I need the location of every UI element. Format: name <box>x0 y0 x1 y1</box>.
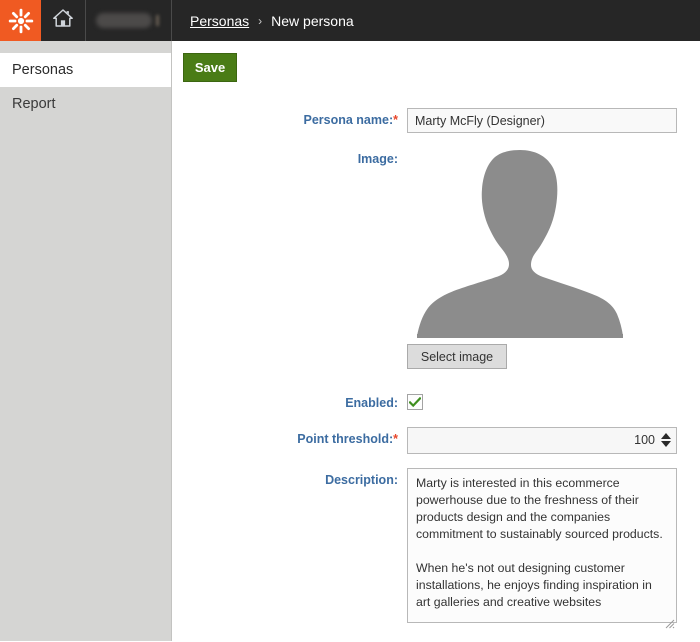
top-bar: Personas › New persona <box>0 0 700 41</box>
chevron-down-icon[interactable] <box>661 441 671 447</box>
persona-name-label: Persona name:* <box>173 108 407 127</box>
enabled-label: Enabled: <box>345 396 398 410</box>
sidebar-item-report[interactable]: Report <box>0 87 171 121</box>
required-asterisk-icon: * <box>393 431 398 446</box>
persona-form: Persona name:* Image: <box>173 108 700 642</box>
breadcrumb-current: New persona <box>271 12 354 29</box>
breadcrumb-link-personas[interactable]: Personas <box>190 13 249 29</box>
breadcrumb-separator-icon: › <box>258 13 263 28</box>
description-label: Description: <box>325 472 398 487</box>
sidebar-item-label: Personas <box>12 62 74 78</box>
sidebar-item-label: Report <box>12 96 56 112</box>
persona-name-label-text: Persona name: <box>303 113 394 127</box>
persona-name-input[interactable] <box>407 108 677 133</box>
persona-image-preview <box>407 148 677 338</box>
sidebar: Personas Report <box>0 41 172 641</box>
form-row-enabled: Enabled: <box>173 391 700 413</box>
form-row-point-threshold: Point threshold:* 100 <box>173 426 700 454</box>
stepper-arrows[interactable] <box>661 433 671 447</box>
chevron-up-icon[interactable] <box>661 433 671 439</box>
resize-handle-icon[interactable] <box>665 616 675 628</box>
checkmark-icon <box>409 396 421 408</box>
description-textarea[interactable] <box>407 467 677 623</box>
form-row-image: Image: Select image <box>173 147 700 369</box>
point-threshold-value: 100 <box>634 433 655 447</box>
enabled-checkbox[interactable] <box>407 394 423 410</box>
home-button[interactable] <box>41 0 86 41</box>
content-area: Save Persona name:* Image: <box>173 41 700 641</box>
point-threshold-label: Point threshold:* <box>173 427 407 446</box>
home-icon <box>52 8 74 33</box>
form-row-description: Description: <box>173 467 700 628</box>
point-threshold-label-text: Point threshold: <box>297 431 394 446</box>
kentico-asterisk-logo-icon <box>8 8 34 34</box>
form-row-persona-name: Persona name:* <box>173 108 700 133</box>
site-selector-label <box>96 13 152 28</box>
required-asterisk-icon: * <box>393 113 398 127</box>
person-silhouette-icon <box>407 150 635 342</box>
save-button[interactable]: Save <box>183 53 237 82</box>
sidebar-item-personas[interactable]: Personas <box>0 53 171 87</box>
app-logo-button[interactable] <box>0 0 41 41</box>
site-selector[interactable] <box>86 0 172 41</box>
select-image-button[interactable]: Select image <box>407 344 507 369</box>
point-threshold-stepper[interactable]: 100 <box>407 426 677 454</box>
image-label: Image: <box>357 152 398 166</box>
breadcrumb: Personas › New persona <box>172 0 700 41</box>
site-selector-caret-icon <box>156 15 159 26</box>
